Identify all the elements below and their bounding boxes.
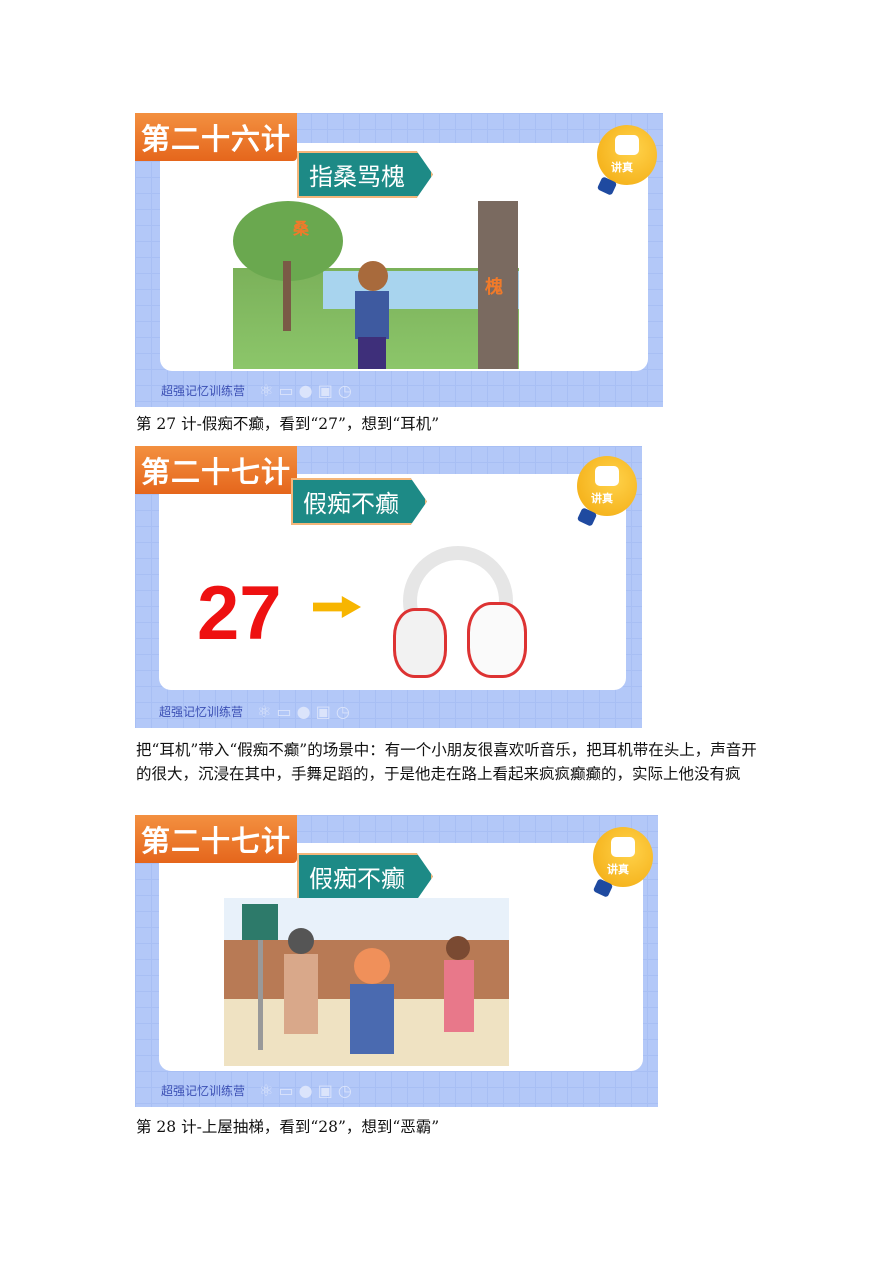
- strategy-27-scene-image: 第二十七计 假痴不癫 讲真 超强记忆训练营 ⚛ ▭ ● ▣ ◷: [135, 815, 658, 1107]
- strategy-tag: 第二十六计: [135, 113, 298, 161]
- caption: 第 28 计-上屋抽梯，看到“28”，想到“恶霸”: [136, 1118, 440, 1136]
- strategy-title-banner: 假痴不癫: [297, 853, 433, 900]
- decorative-icons: ⚛ ▭ ● ▣ ◷: [259, 381, 352, 400]
- strategy-title-banner: 指桑骂槐: [297, 151, 433, 198]
- strategy-tag: 第二十七计: [135, 446, 298, 494]
- lightbulb-logo-icon: 讲真: [592, 827, 653, 898]
- footer-bar: 超强记忆训练营 ⚛ ▭ ● ▣ ◷: [161, 381, 352, 400]
- strategy-tag: 第二十七计: [135, 815, 298, 863]
- footer-brand: 超强记忆训练营: [159, 705, 244, 719]
- headphones-image: [393, 546, 527, 678]
- tree-label: 槐: [485, 277, 503, 298]
- footer-bar: 超强记忆训练营 ⚛ ▭ ● ▣ ◷: [161, 1081, 352, 1100]
- illustration-scene: 桑 槐: [233, 201, 519, 369]
- strategy-title-banner: 假痴不癫: [291, 478, 427, 525]
- strategy-27-image: 第二十七计 假痴不癫 讲真 27 超强记忆训练营 ⚛ ▭ ● ▣ ◷: [135, 446, 642, 728]
- lightbulb-logo-icon: 讲真: [596, 125, 657, 196]
- document-page: 第二十六计 指桑骂槐 讲真 桑 槐 超强记忆训练营 ⚛ ▭ ● ▣ ◷ 第 27 …: [0, 0, 892, 1262]
- footer-bar: 超强记忆训练营 ⚛ ▭ ● ▣ ◷: [159, 702, 350, 721]
- illustration-scene: [224, 898, 509, 1066]
- footer-brand: 超强记忆训练营: [161, 384, 246, 398]
- lightbulb-logo-icon: 讲真: [576, 456, 637, 527]
- number-27: 27: [197, 571, 282, 656]
- story-paragraph: 把“耳机”带入“假痴不癫”的场景中：有一个小朋友很喜欢听音乐，把耳机带在头上，声…: [136, 741, 757, 783]
- decorative-icons: ⚛ ▭ ● ▣ ◷: [257, 702, 350, 721]
- strategy-26-image: 第二十六计 指桑骂槐 讲真 桑 槐 超强记忆训练营 ⚛ ▭ ● ▣ ◷: [135, 113, 663, 407]
- footer-brand: 超强记忆训练营: [161, 1084, 246, 1098]
- caption: 第 27 计-假痴不癫，看到“27”，想到“耳机”: [136, 415, 440, 433]
- tree-label: 桑: [293, 219, 310, 238]
- decorative-icons: ⚛ ▭ ● ▣ ◷: [259, 1081, 352, 1100]
